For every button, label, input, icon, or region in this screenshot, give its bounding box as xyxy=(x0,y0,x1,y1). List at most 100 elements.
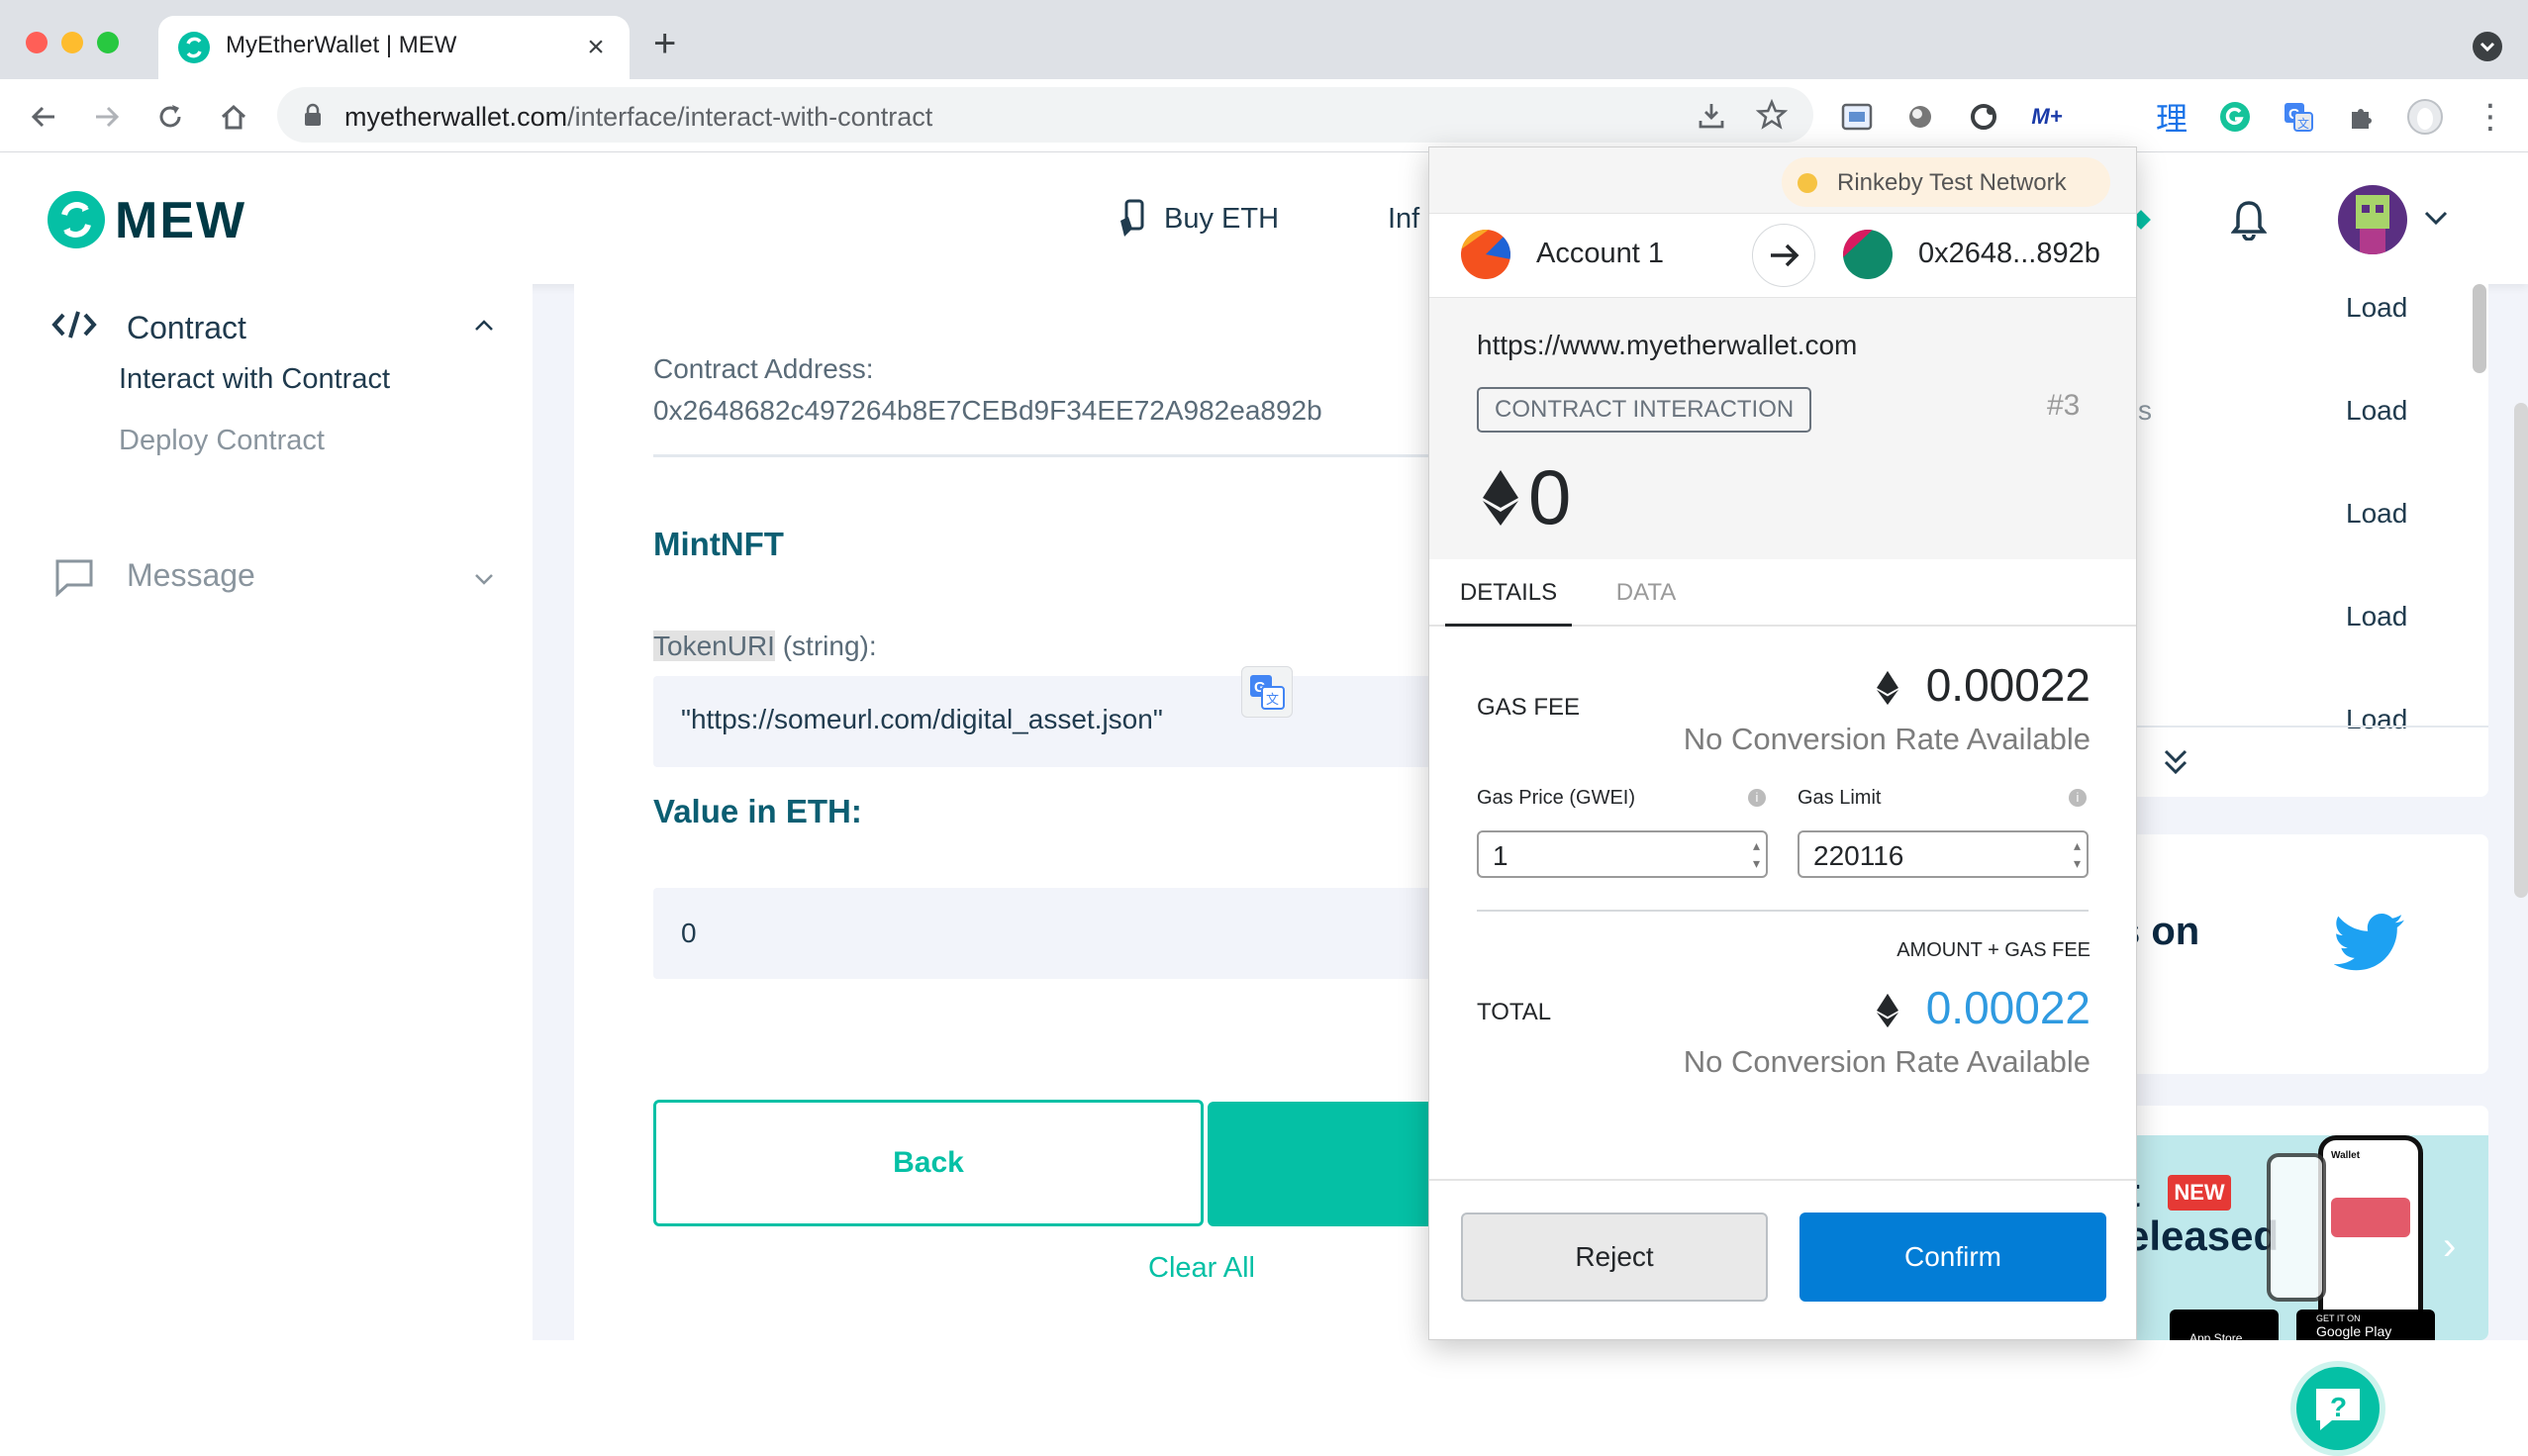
gas-limit-value: 220116 xyxy=(1813,840,1904,871)
function-name: MintNFT xyxy=(653,526,784,562)
gas-price-input[interactable]: 1 ▴ ▾ xyxy=(1477,830,1768,878)
help-chat-button[interactable]: ? xyxy=(2290,1361,2385,1456)
wallet-avatar[interactable] xyxy=(2338,185,2407,254)
gas-limit-label: Gas Limit xyxy=(1798,787,1882,809)
carousel-next-icon[interactable]: › xyxy=(2443,1224,2456,1269)
svg-text:?: ? xyxy=(2330,1392,2347,1422)
close-window-button[interactable] xyxy=(26,32,48,53)
twitter-icon[interactable] xyxy=(2334,914,2405,973)
route-arrow-icon xyxy=(1752,224,1815,287)
back-arrow-icon[interactable] xyxy=(24,97,63,137)
lock-icon xyxy=(303,103,323,127)
tx-type-badge: CONTRACT INTERACTION xyxy=(1477,387,1812,433)
nav-info[interactable]: Inf xyxy=(1388,203,1419,236)
info-icon[interactable]: i xyxy=(2069,789,2087,807)
load-button[interactable]: Load xyxy=(2346,704,2407,735)
sidebar-item-interact-contract[interactable]: Interact with Contract xyxy=(119,363,390,396)
refresh-extension-icon[interactable] xyxy=(1964,97,2003,137)
param-name: TokenURI xyxy=(653,631,775,661)
phone-mockup-back xyxy=(2267,1153,2326,1302)
load-button[interactable]: Load xyxy=(2346,498,2407,530)
profile-avatar-icon[interactable] xyxy=(2405,97,2445,137)
sidebar-item-deploy-contract[interactable]: Deploy Contract xyxy=(119,425,325,457)
gas-fee-conversion: No Conversion Rate Available xyxy=(1683,722,2090,756)
sidebar: Contract Interact with Contract Deploy C… xyxy=(0,284,533,1340)
load-button[interactable]: Load xyxy=(2346,601,2407,632)
back-button[interactable]: Back xyxy=(653,1100,1204,1226)
chevron-down-icon[interactable] xyxy=(473,571,495,587)
translate-extension-icon[interactable]: G文 xyxy=(2279,97,2318,137)
tab-details[interactable]: DETAILS xyxy=(1445,559,1572,627)
sidebar-section-contract[interactable]: Contract xyxy=(127,310,246,346)
browser-menu-icon[interactable]: ⋮ xyxy=(2471,97,2510,137)
chevron-down-icon[interactable] xyxy=(2423,209,2449,227)
scrollbar-thumb[interactable] xyxy=(2473,284,2486,373)
details-tabs: DETAILS DATA xyxy=(1429,559,2136,627)
browser-toolbar: myetherwallet.com/interface/interact-wit… xyxy=(0,79,2528,220)
clear-all-link[interactable]: Clear All xyxy=(1148,1252,1255,1285)
app-store-badge[interactable]: App Store xyxy=(2170,1310,2279,1340)
google-play-badge[interactable]: GET IT ON Google Play xyxy=(2296,1310,2435,1340)
gas-price-label: Gas Price (GWEI) xyxy=(1477,787,1636,809)
forward-arrow-icon[interactable] xyxy=(87,97,127,137)
app-store-label: App Store xyxy=(2189,1331,2243,1340)
url-path: /interface/interact-with-contract xyxy=(567,102,933,132)
network-name: Rinkeby Test Network xyxy=(1837,169,2067,196)
load-button[interactable]: Load xyxy=(2346,395,2407,427)
gas-limit-input[interactable]: 220116 ▴ ▾ xyxy=(1798,830,2089,878)
nav-buy-eth[interactable]: Buy ETH xyxy=(1164,203,1279,236)
grammarly-icon[interactable] xyxy=(2215,97,2255,137)
tx-amount: 0 xyxy=(1528,453,1572,540)
address-bar[interactable]: myetherwallet.com/interface/interact-wit… xyxy=(277,87,1813,143)
install-app-icon[interactable] xyxy=(1697,101,1726,131)
url-text: myetherwallet.com/interface/interact-wit… xyxy=(344,102,932,133)
page-scrollbar-thumb[interactable] xyxy=(2514,403,2528,898)
phone-card xyxy=(2331,1198,2410,1237)
image-extension-icon[interactable] xyxy=(1837,97,1877,137)
new-tab-icon[interactable]: + xyxy=(653,24,676,63)
param-label: TokenURI (string): xyxy=(653,631,877,662)
value-eth-input[interactable]: 0 xyxy=(653,888,1485,979)
dictionary-extension-icon[interactable]: 理 xyxy=(2152,97,2191,138)
promo-line2: eleased xyxy=(2126,1213,2280,1259)
close-tab-icon[interactable]: × xyxy=(582,33,610,62)
load-button[interactable]: Load xyxy=(2346,292,2407,324)
network-selector[interactable]: Rinkeby Test Network xyxy=(1782,157,2110,207)
metamask-popup: Rinkeby Test Network Account 1 0x2648...… xyxy=(1428,146,2137,1340)
divider xyxy=(1429,1179,2136,1181)
extensions-puzzle-icon[interactable] xyxy=(2342,97,2382,137)
mew-logo-text[interactable]: MEW xyxy=(115,191,246,250)
tab-data[interactable]: DATA xyxy=(1592,559,1701,627)
info-icon[interactable]: i xyxy=(1748,789,1766,807)
bookmark-star-icon[interactable] xyxy=(1756,99,1788,131)
browser-tab[interactable]: MyEtherWallet | MEW × xyxy=(158,16,630,81)
stepper-icon[interactable]: ▴ ▾ xyxy=(1753,836,1760,872)
confirm-button[interactable]: Confirm xyxy=(1799,1213,2106,1302)
stepper-icon[interactable]: ▴ ▾ xyxy=(2074,836,2081,872)
maximize-window-button[interactable] xyxy=(97,32,119,53)
page-content: MEW Buy ETH Inf Contract Interact with C… xyxy=(0,153,2528,1456)
token-uri-input[interactable]: "https://someurl.com/digital_asset.json" xyxy=(653,676,1485,767)
from-account-name: Account 1 xyxy=(1536,238,1664,269)
tx-number: #3 xyxy=(2047,389,2081,422)
minimize-window-button[interactable] xyxy=(61,32,83,53)
mplus-extension-icon[interactable]: M+ xyxy=(2027,97,2067,137)
translate-popup-icon[interactable]: G文 xyxy=(1241,666,1293,718)
from-account-icon xyxy=(1461,230,1510,279)
double-chevron-down-icon[interactable] xyxy=(2162,747,2189,777)
mew-logo-icon[interactable] xyxy=(48,191,105,248)
reject-button[interactable]: Reject xyxy=(1461,1213,1768,1302)
reload-icon[interactable] xyxy=(150,97,190,137)
message-icon xyxy=(53,557,95,597)
notification-bell-icon[interactable] xyxy=(2231,199,2267,241)
browser-tab-bar: MyEtherWallet | MEW × + xyxy=(0,0,2528,81)
interact-contract-form: Contract Address: 0x2648682c497264b8E7CE… xyxy=(574,284,1485,1340)
url-domain: myetherwallet.com xyxy=(344,102,568,132)
sidebar-section-message[interactable]: Message xyxy=(127,557,255,594)
code-icon xyxy=(51,310,97,340)
mew-favicon-icon xyxy=(178,32,210,63)
home-icon[interactable] xyxy=(214,97,253,137)
tab-search-icon[interactable] xyxy=(2473,32,2502,61)
chevron-up-icon[interactable] xyxy=(473,318,495,334)
circle-extension-icon[interactable] xyxy=(1900,97,1940,137)
